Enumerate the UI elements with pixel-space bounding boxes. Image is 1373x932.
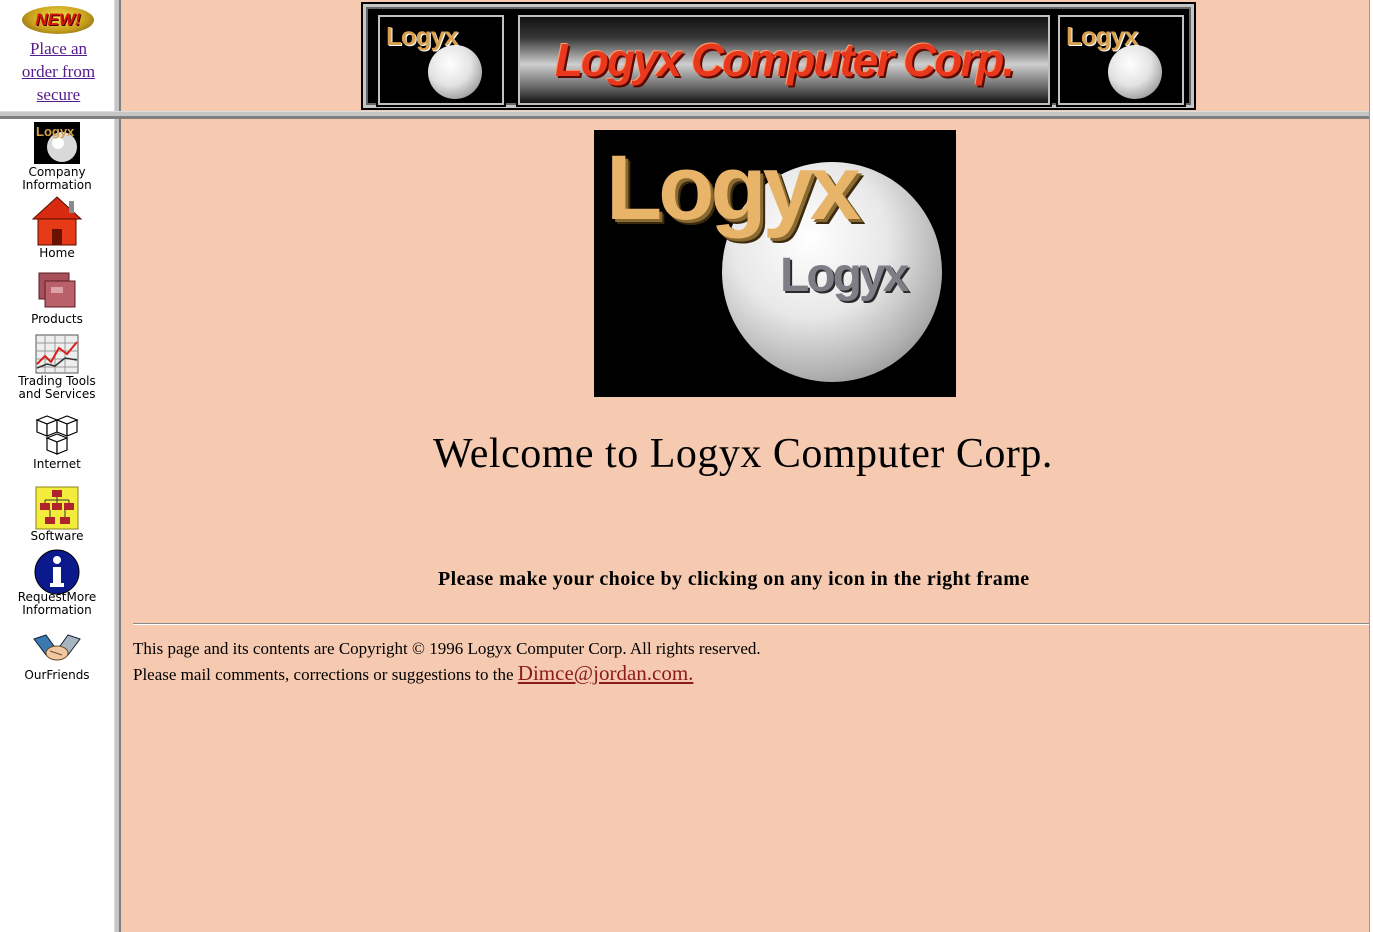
main-frame: Logyx Logyx Welcome to Logyx Computer Co… [121,119,1369,932]
nav-our-friends[interactable]: OurFriends [0,633,114,682]
banner-frame: Logyx Logyx Computer Corp. Logyx [121,0,1369,111]
banner-logo-left: Logyx [376,13,506,107]
nav-internet[interactable]: Internet [0,414,114,471]
nav-trading-tools-label[interactable]: Trading Tools and Services [12,375,102,401]
nav-home-label[interactable]: Home [0,247,114,260]
nav-software[interactable]: Software [0,486,114,543]
chart-icon[interactable] [35,334,79,374]
copyright-text: This page and its contents are Copyright… [133,639,761,658]
nav-home[interactable]: Home [0,195,114,260]
place-order-link[interactable]: Place an order from secure [0,37,117,106]
house-icon[interactable] [31,195,83,247]
banner-logo-left-text: Logyx [386,21,459,51]
nav-our-friends-label[interactable]: OurFriends [0,669,114,682]
handshake-icon[interactable] [32,633,82,669]
flowchart-icon[interactable] [35,486,79,530]
email-link[interactable]: Dimce@jordan.com. [518,661,694,685]
promo-frame: NEW! Place an order from secure [0,0,114,111]
right-frame-edge [1369,0,1373,932]
banner: Logyx Logyx Computer Corp. Logyx [361,2,1196,110]
footer: This page and its contents are Copyright… [133,636,761,687]
nav-request-more-information[interactable]: RequestMore Information [0,549,114,617]
place-order-line-1[interactable]: Place an [30,39,87,58]
instruction-text: Please make your choice by clicking on a… [438,568,1030,590]
banner-title: Logyx Computer Corp. [554,34,1015,86]
nav-request-more-information-label[interactable]: RequestMore Information [14,591,100,617]
hero-logo-subtext: Logyx [780,249,909,302]
nav-frame: Logyx Company Information Home Products [0,119,114,932]
boxes-icon[interactable] [35,269,79,313]
hero-logo-text: Logyx [606,137,861,239]
hero-logo-image: Logyx Logyx [594,130,956,397]
svg-text:Logyx: Logyx [36,124,75,139]
horizontal-rule [133,623,1369,625]
info-icon[interactable] [34,549,80,595]
new-badge-label: NEW! [35,10,81,29]
nav-internet-label[interactable]: Internet [0,458,114,471]
banner-title-panel: Logyx Computer Corp. [516,13,1052,107]
vertical-frame-splitter[interactable] [114,0,121,932]
banner-logo-right-text: Logyx [1066,21,1139,51]
nav-products-label[interactable]: Products [0,313,114,326]
mail-prefix-text: Please mail comments, corrections or sug… [133,665,518,684]
banner-logo-right: Logyx [1056,13,1186,107]
horizontal-frame-splitter[interactable] [0,111,1369,119]
welcome-heading: Welcome to Logyx Computer Corp. [433,431,1053,477]
company-logo-icon[interactable]: Logyx [34,122,80,164]
nav-company-information[interactable]: Logyx Company Information [0,122,114,192]
place-order-line-3[interactable]: secure [37,85,80,104]
network-cubes-icon[interactable] [33,414,81,458]
place-order-line-2[interactable]: order from [22,62,95,81]
nav-trading-tools[interactable]: Trading Tools and Services [0,334,114,401]
nav-products[interactable]: Products [0,269,114,326]
nav-company-information-label[interactable]: Company Information [16,166,98,192]
new-badge: NEW! [22,6,94,34]
nav-software-label[interactable]: Software [0,530,114,543]
